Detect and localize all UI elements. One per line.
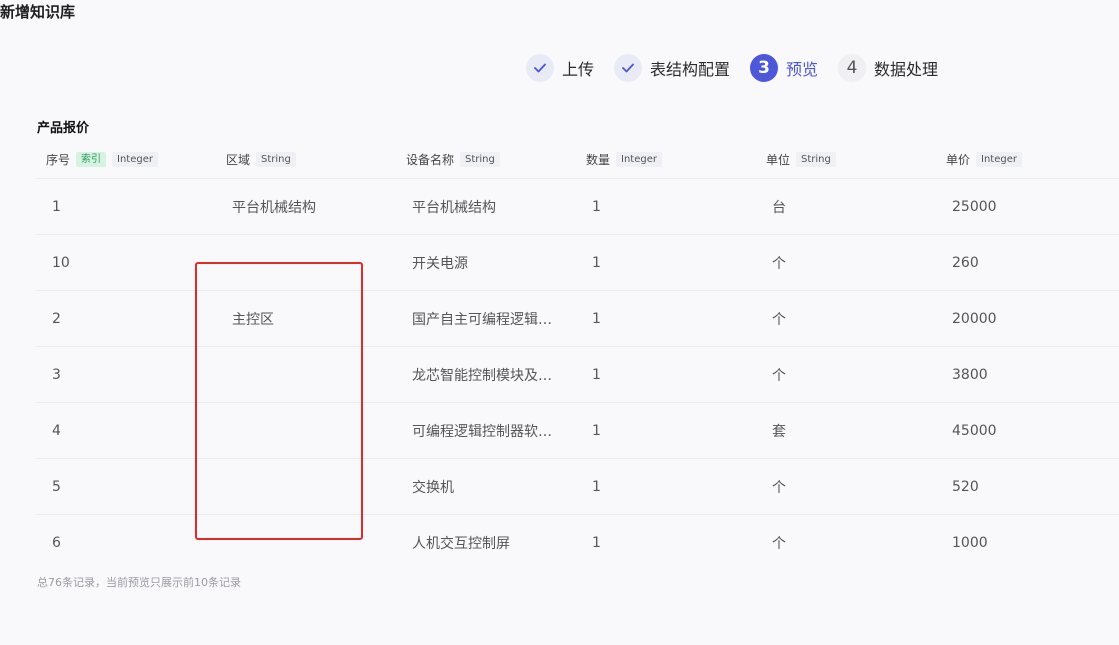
table-cell: 台	[772, 199, 786, 216]
column-name: 区域	[226, 153, 251, 167]
column-header: 数量 Integer	[576, 151, 756, 168]
check-icon	[614, 54, 643, 82]
table-cell: 260	[952, 254, 979, 271]
table-cell: 套	[772, 423, 786, 440]
index-badge: 索引	[76, 152, 107, 167]
page-title: 新增知识库	[0, 3, 76, 21]
table-cell: 1	[592, 310, 601, 327]
column-name: 设备名称	[406, 153, 455, 167]
column-header: 序号 索引 Integer	[36, 151, 216, 168]
table-cell: 个	[772, 535, 786, 552]
table-cell: 1	[592, 366, 601, 383]
type-badge: Integer	[976, 152, 1022, 167]
table-cell: 个	[772, 367, 786, 384]
column-header: 单价 Integer	[936, 151, 1119, 168]
step-label: 预览	[786, 60, 819, 79]
table-row: 1 平台机械结构 平台机械结构 1 台 25000	[36, 179, 1119, 235]
column-name: 数量	[586, 153, 611, 167]
table-cell: 3800	[952, 366, 988, 383]
steps-indicator: 上传 表结构配置 3 预览 4 数据处理	[526, 53, 958, 83]
annotation-highlight-box	[195, 262, 363, 540]
table-cell: 10	[52, 254, 70, 271]
table-cell: 开关电源	[412, 255, 468, 272]
step-data-processing: 4 数据处理	[838, 54, 938, 82]
table-cell: 1	[592, 254, 601, 271]
table-cell: 交换机	[412, 479, 454, 496]
records-summary: 总76条记录，当前预览只展示前10条记录	[37, 576, 241, 589]
table-header: 序号 索引 Integer 区域 String 设备名称 String 数量 I…	[36, 141, 1119, 179]
column-header: 单位 String	[756, 151, 936, 168]
table-cell: 个	[772, 311, 786, 328]
table-cell: 1	[592, 198, 601, 215]
step-label: 表结构配置	[650, 60, 731, 79]
table-cell: 平台机械结构	[232, 199, 316, 216]
table-cell: 个	[772, 255, 786, 272]
table-cell: 25000	[952, 198, 997, 215]
step-label: 数据处理	[874, 60, 939, 79]
table-cell: 龙芯智能控制模块及…	[412, 367, 552, 384]
column-name: 单价	[946, 153, 971, 167]
column-header: 区域 String	[216, 151, 396, 168]
step-number: 3	[750, 54, 779, 82]
table-cell: 1	[592, 478, 601, 495]
table-cell: 20000	[952, 310, 997, 327]
table-cell: 人机交互控制屏	[412, 535, 510, 552]
column-header: 设备名称 String	[396, 151, 576, 168]
step-preview: 3 预览	[750, 54, 818, 82]
column-name: 序号	[46, 153, 71, 167]
table-cell: 个	[772, 479, 786, 496]
type-badge: String	[796, 152, 836, 167]
table-cell: 4	[52, 422, 61, 439]
table-cell: 1	[592, 534, 601, 551]
table-cell: 520	[952, 478, 979, 495]
step-label: 上传	[562, 60, 595, 79]
table-cell: 1	[52, 198, 61, 215]
type-badge: Integer	[112, 152, 158, 167]
table-cell: 国产自主可编程逻辑…	[412, 311, 552, 328]
step-schema-config: 表结构配置	[614, 54, 730, 82]
table-cell: 1000	[952, 534, 988, 551]
table-cell: 3	[52, 366, 61, 383]
type-badge: String	[460, 152, 500, 167]
table-cell: 5	[52, 478, 61, 495]
table-title: 产品报价	[37, 121, 90, 136]
type-badge: Integer	[616, 152, 662, 167]
table-cell: 可编程逻辑控制器软…	[412, 423, 552, 440]
table-cell: 6	[52, 534, 61, 551]
table-cell: 2	[52, 310, 61, 327]
type-badge: String	[256, 152, 296, 167]
table-cell: 平台机械结构	[412, 199, 496, 216]
table-cell: 45000	[952, 422, 997, 439]
check-icon	[526, 54, 554, 82]
column-name: 单位	[766, 153, 791, 167]
step-number: 4	[838, 54, 867, 82]
step-upload: 上传	[526, 54, 594, 82]
table-cell: 1	[592, 422, 601, 439]
